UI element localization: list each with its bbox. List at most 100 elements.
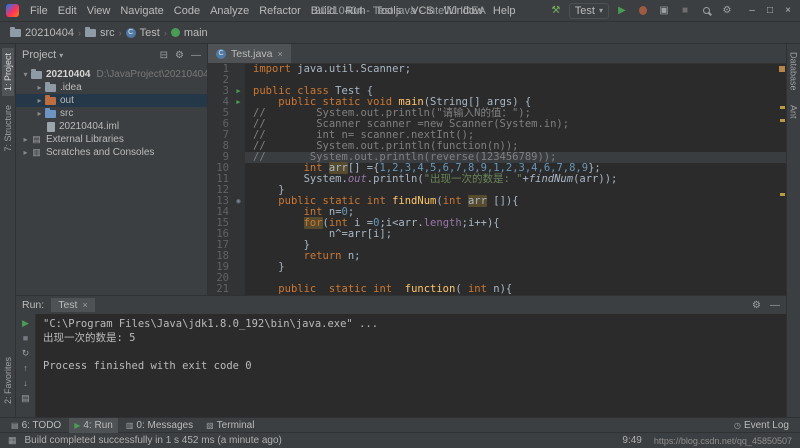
gutter-icon-slot[interactable] [232,119,245,130]
code-line-text[interactable]: return n; [245,251,786,262]
project-panel-header-icons: ⊟ ⚙ — [160,50,201,61]
menu-view[interactable]: View [82,5,116,17]
gutter-icon-slot[interactable] [232,108,245,119]
search-everywhere-button[interactable] [698,3,714,19]
tab-test-java[interactable]: Test.java × [208,44,291,63]
toolwindow-button-ant[interactable]: Ant [789,105,799,119]
close-button[interactable]: × [780,3,796,19]
coverage-button[interactable]: ▣ [656,3,672,19]
toolwindow-button-2-favorites[interactable]: 2: Favorites [2,352,14,409]
toolwindow-button-1-project[interactable]: 1: Project [1,48,14,97]
close-icon[interactable]: × [82,300,87,310]
code-line-text[interactable]: n^=arr[i]; [245,229,786,240]
tab-label: Test.java [231,47,273,60]
settings-button[interactable]: ⚙ [752,300,761,311]
toolwindow-button-0-messages[interactable]: ▥ 0: Messages [121,418,198,433]
restart-button[interactable]: ↻ [19,347,33,359]
code-line-text[interactable]: public static int function( int n){ [245,284,786,295]
chevron-icon[interactable]: ▸ [34,109,45,118]
settings-button[interactable]: ⚙ [719,3,735,19]
chevron-icon[interactable]: ▸ [34,83,45,92]
gutter-icon-slot[interactable] [232,174,245,185]
event-log-button[interactable]: ◷ Event Log [729,418,794,433]
breadcrumb: 20210404›src›Test›main [8,27,210,39]
caret-position[interactable]: 9:49 [622,435,641,446]
breadcrumb-item-src[interactable]: src [83,27,117,39]
toolwindow-button-7-structure[interactable]: 7: Structure [2,100,14,157]
toolwindow-button-4-run[interactable]: ▶ 4: Run [69,417,118,433]
tree-item-scratches-and-consoles[interactable]: ▸ ▥ Scratches and Consoles [16,146,207,159]
gutter-icon-slot[interactable] [232,229,245,240]
gutter-icon-slot[interactable] [232,130,245,141]
chevron-icon[interactable]: ▸ [20,135,31,144]
maximize-icon: □ [766,5,774,16]
line-number[interactable]: 21 [208,284,232,295]
breadcrumb-item-test[interactable]: Test [124,27,162,39]
minimize-button[interactable]: – [744,3,760,19]
rerun-button[interactable]: ▶ [19,317,33,329]
run-button[interactable]: ▶ [614,3,630,19]
gutter-icon-slot[interactable] [232,163,245,174]
code-line-text[interactable]: System.out.println("出现一次的数是: "+findNum(a… [245,174,786,185]
scroll-down-button[interactable]: ↓ [19,377,33,389]
run-tab-test[interactable]: Test × [51,298,95,312]
menu-edit[interactable]: Edit [53,5,82,17]
gutter-icon-slot[interactable] [232,251,245,262]
breadcrumb-item-20210404[interactable]: 20210404 [8,27,76,39]
code-line-text[interactable]: } [245,262,786,273]
search-everywhere-icon [702,7,710,14]
stop-button[interactable]: ■ [677,3,693,19]
chevron-icon[interactable]: ▸ [20,148,31,157]
toolwindow-button-database[interactable]: Database [789,52,799,91]
chevron-icon[interactable]: ▸ [34,96,45,105]
breadcrumb-separator: › [77,27,81,38]
menu-file[interactable]: File [25,5,53,17]
gutter-icon-slot[interactable] [232,75,245,86]
gutter-icon-slot[interactable] [232,141,245,152]
console[interactable]: "C:\Program Files\Java\jdk1.8.0_192\bin\… [36,314,786,417]
code-line-text[interactable]: import java.util.Scanner; [245,64,786,75]
breadcrumb-item-main[interactable]: main [169,27,210,39]
tree-item-idea[interactable]: ▸ .idea [16,81,207,94]
run-gutter-icon[interactable]: ▶ [232,86,245,97]
run-gutter-icon[interactable]: ▶ [232,97,245,108]
tree-item-out[interactable]: ▸ out [16,94,207,107]
tree-item-20210404[interactable]: ▾ 20210404 D:\JavaProject\20210404 [16,68,207,81]
toolwindow-button-6-todo[interactable]: ▤ 6: TODO [6,418,66,433]
chevron-icon[interactable]: ▾ [20,70,31,79]
build-hammer-button[interactable]: ⚒ [548,3,564,19]
clear-button[interactable]: ▤ [19,392,33,404]
menu-analyze[interactable]: Analyze [205,5,254,17]
menu-help[interactable]: Help [488,5,521,17]
gutter-icon-slot[interactable] [232,152,245,163]
menu-code[interactable]: Code [169,5,205,17]
gutter-icon-slot[interactable] [232,273,245,284]
gutter-icon-slot[interactable] [232,262,245,273]
menu-navigate[interactable]: Navigate [115,5,168,17]
tree-item-src[interactable]: ▸ src [16,107,207,120]
maximize-button[interactable]: □ [762,3,778,19]
collapse-all-button[interactable]: ⊟ [160,50,168,61]
project-panel-title[interactable]: Project [22,49,56,61]
settings-button[interactable]: ⚙ [175,50,184,61]
hide-button[interactable]: — [191,50,201,61]
scroll-up-button[interactable]: ↑ [19,362,33,374]
tree-item-20210404-iml[interactable]: 20210404.iml [16,120,207,133]
method-gutter-icon[interactable]: ◉ [232,196,245,207]
gutter-icon-slot[interactable] [232,284,245,295]
toolwindow-button-terminal[interactable]: ▧ Terminal [201,418,259,433]
code-editor[interactable]: 1 import java.util.Scanner; 2 3 ▶ public clas… [208,64,786,295]
gutter-icon-slot[interactable] [232,185,245,196]
tree-item-external-libraries[interactable]: ▸ ▤ External Libraries [16,133,207,146]
gutter-icon-slot[interactable] [232,218,245,229]
gutter-icon-slot[interactable] [232,240,245,251]
toolwindow-switcher-icon[interactable]: ▦ [8,435,17,446]
hide-button[interactable]: — [770,300,780,311]
gutter-icon-slot[interactable] [232,207,245,218]
debug-button[interactable] [635,3,651,19]
stop-button[interactable]: ■ [19,332,33,344]
gutter-icon-slot[interactable] [232,64,245,75]
run-config-selector[interactable]: Test ▾ [568,2,609,19]
close-icon[interactable]: × [277,49,282,59]
menu-refactor[interactable]: Refactor [254,5,306,17]
